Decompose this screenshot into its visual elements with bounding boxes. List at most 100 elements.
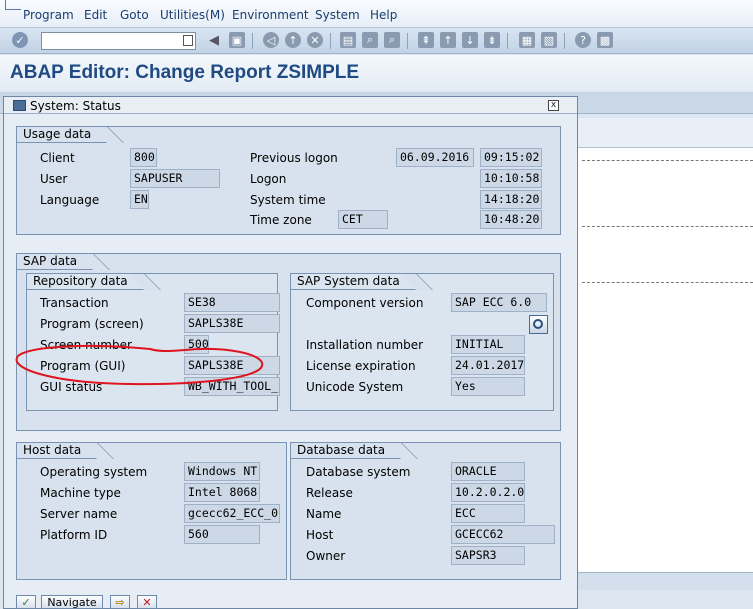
system-status-dialog: System: Status x Usage data Client 800 U… [3,96,578,609]
client-field[interactable]: 800 [130,148,157,167]
db-host-label: Host [306,528,334,542]
database-data-group: Database data Database system ORACLE Rel… [290,442,561,580]
server-name-label: Server name [40,507,118,521]
menu-utilities[interactable]: Utilities(M) [160,8,225,22]
platform-id-label: Platform ID [40,528,108,542]
print-icon[interactable]: ▤ [340,32,356,48]
editor-header [578,118,753,148]
exit-icon[interactable]: ↑ [285,32,301,48]
find-icon[interactable]: ⌕ [362,32,378,48]
operating-system-field[interactable]: Windows NT [184,462,260,481]
cancel-icon[interactable]: ✕ [307,32,323,48]
user-label: User [40,172,68,186]
db-host-field[interactable]: GCECC62 [451,525,555,544]
back-arrow-icon[interactable]: ◀ [206,32,222,48]
program-gui-label: Program (GUI) [40,359,126,373]
dialog-title: System: Status [30,99,121,113]
toolbar-separator [507,33,508,49]
new-session-icon[interactable]: ▦ [519,32,535,48]
db-name-field[interactable]: ECC [451,504,525,523]
confirm-button[interactable]: ✓ [16,595,36,609]
menu-environment[interactable]: Environment [232,8,309,22]
release-field[interactable]: 10.2.0.2.0 [451,483,525,502]
toolbar-separator [252,33,253,49]
first-page-icon[interactable]: ⇞ [418,32,434,48]
program-screen-field[interactable]: SAPLS38E [184,314,280,333]
next-page-icon[interactable]: ↓ [462,32,478,48]
close-icon[interactable]: x [548,100,559,111]
sap-data-header: SAP data [17,254,95,270]
machine-type-label: Machine type [40,486,121,500]
db-name-label: Name [306,507,342,521]
sap-system-data-group: SAP System data Component version SAP EC… [290,273,554,411]
menu-edit[interactable]: Edit [84,8,107,22]
help-icon[interactable]: ? [575,32,591,48]
command-dropdown-icon[interactable] [183,35,193,46]
program-gui-field[interactable]: SAPLS38E [184,356,280,375]
find-next-icon[interactable]: ⌕ [384,32,400,48]
shortcut-icon[interactable]: ▧ [541,32,557,48]
unicode-system-field[interactable]: Yes [451,377,525,396]
unicode-system-label: Unicode System [306,380,404,394]
component-details-button[interactable] [529,315,548,334]
prev-page-icon[interactable]: ↑ [440,32,456,48]
license-expiration-label: License expiration [306,359,416,373]
platform-id-field[interactable]: 560 [184,525,260,544]
language-label: Language [40,193,100,207]
database-system-label: Database system [306,465,411,479]
logon-time-field[interactable]: 10:10:58 [480,169,542,188]
host-data-header: Host data [17,443,99,459]
previous-logon-label: Previous logon [250,151,338,165]
command-field[interactable] [41,32,196,50]
save-icon[interactable]: ▣ [229,32,245,48]
previous-logon-date-field[interactable]: 06.09.2016 [396,148,474,167]
magnifier-icon [533,319,543,329]
menu-system[interactable]: System [315,8,360,22]
program-screen-label: Program (screen) [40,317,144,331]
customize-icon[interactable]: ▩ [597,32,613,48]
previous-logon-time-field[interactable]: 09:15:02 [480,148,542,167]
component-version-field[interactable]: SAP ECC 6.0 [451,293,547,312]
editor-dashed-line [582,226,753,227]
time-zone-field[interactable]: CET [338,210,388,229]
machine-type-field[interactable]: Intel 8068 [184,483,260,502]
last-page-icon[interactable]: ⇟ [484,32,500,48]
installation-number-field[interactable]: INITIAL [451,335,525,354]
transaction-label: Transaction [40,296,109,310]
repository-data-group: Repository data Transaction SE38 Program… [26,273,280,411]
sap-window-icon[interactable] [5,0,21,10]
menu-bar: Program Edit Goto Utilities(M) Environme… [0,0,753,28]
gui-status-label: GUI status [40,380,103,394]
dialog-title-bar: System: Status x [4,97,577,114]
server-name-field[interactable]: gcecc62_ECC_0( [184,504,280,523]
sap-system-data-header: SAP System data [291,274,417,290]
database-system-field[interactable]: ORACLE [451,462,525,481]
owner-field[interactable]: SAPSR3 [451,546,525,565]
screen-number-label: Screen number [40,338,132,352]
logon-label: Logon [250,172,287,186]
screen-number-field[interactable]: 500 [184,335,209,354]
editor-status-strip [578,572,753,590]
language-field[interactable]: EN [130,190,149,209]
menu-program[interactable]: Program [23,8,74,22]
operating-system-label: Operating system [40,465,148,479]
time-zone-time-field[interactable]: 10:48:20 [480,210,542,229]
menu-goto[interactable]: Goto [120,8,149,22]
menu-help[interactable]: Help [370,8,397,22]
toolbar-separator [564,33,565,49]
cancel-button[interactable]: ✕ [137,595,157,609]
system-time-field[interactable]: 14:18:20 [480,190,542,209]
usage-data-group: Usage data Client 800 User SAPUSER Langu… [16,126,561,235]
enter-icon[interactable]: ✓ [12,32,28,48]
transaction-field[interactable]: SE38 [184,293,280,312]
editor-dashed-line [582,282,753,283]
toolbar-separator [330,33,331,49]
license-expiration-field[interactable]: 24.01.2017 [451,356,525,375]
navigate-button[interactable]: Navigate [41,595,103,609]
user-field[interactable]: SAPUSER [130,169,220,188]
back-icon[interactable]: ◁ [263,32,279,48]
repository-data-header: Repository data [27,274,145,290]
gui-status-field[interactable]: WB_WITH_TOOL_I [184,377,280,396]
toolbar-separator [407,33,408,49]
next-button[interactable]: ⇨ [110,595,130,609]
